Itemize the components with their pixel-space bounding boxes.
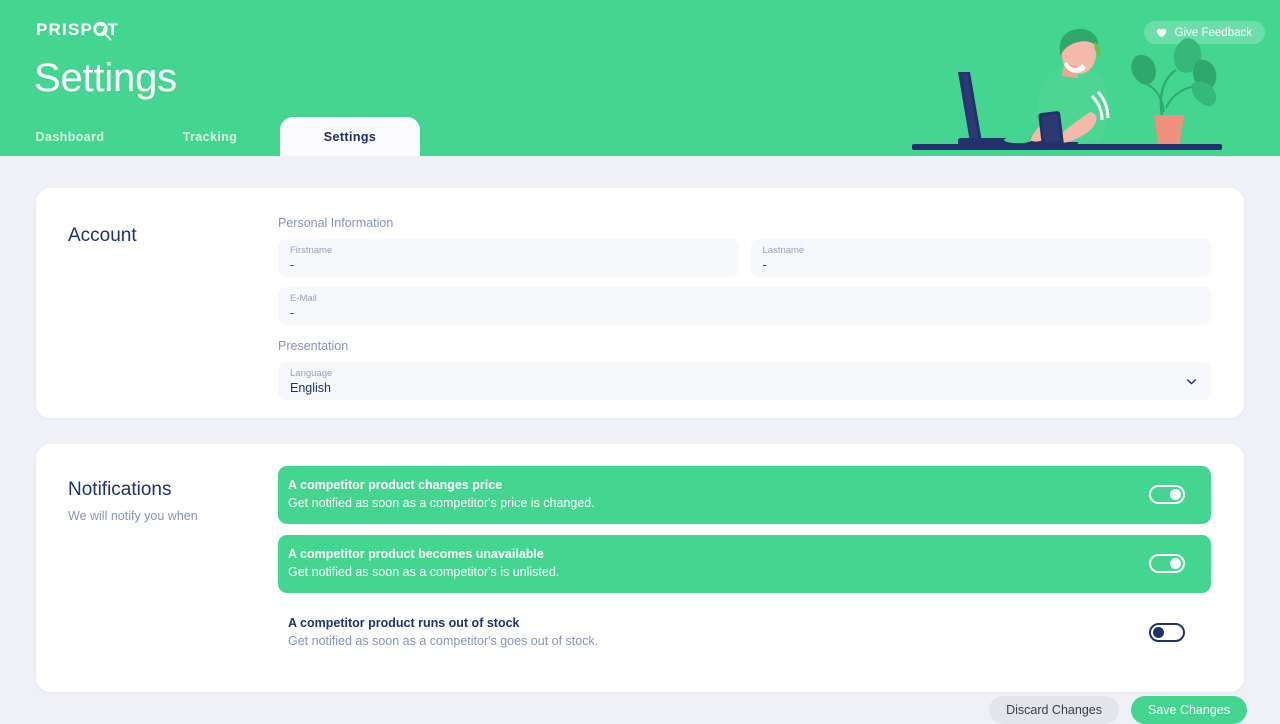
heart-icon bbox=[1155, 26, 1168, 39]
page-title: Settings bbox=[34, 52, 177, 104]
firstname-field[interactable]: Firstname - bbox=[278, 239, 739, 277]
tab-tracking[interactable]: Tracking bbox=[140, 118, 280, 156]
firstname-label: Firstname bbox=[290, 245, 727, 256]
toggle-knob bbox=[1170, 558, 1181, 569]
notifications-heading: Notifications bbox=[68, 478, 278, 502]
chevron-down-icon bbox=[1185, 375, 1198, 388]
notification-text: A competitor product changes price Get n… bbox=[288, 477, 595, 512]
toggle-price-change[interactable] bbox=[1149, 485, 1185, 504]
language-select[interactable]: Language English bbox=[278, 362, 1211, 400]
email-label: E-Mail bbox=[290, 293, 1199, 304]
notification-row-price-change: A competitor product changes price Get n… bbox=[278, 466, 1211, 524]
notification-text: A competitor product becomes unavailable… bbox=[288, 546, 559, 581]
language-label: Language bbox=[290, 368, 1199, 379]
account-card-right: Personal Information Firstname - Lastnam… bbox=[278, 212, 1244, 418]
notification-row-out-of-stock: A competitor product runs out of stock G… bbox=[278, 604, 1211, 662]
notification-description: Get notified as soon as a competitor's p… bbox=[288, 495, 595, 512]
notifications-subheading: We will notify you when bbox=[68, 508, 278, 524]
toggle-unavailable[interactable] bbox=[1149, 554, 1185, 573]
give-feedback-label: Give Feedback bbox=[1175, 27, 1252, 39]
toggle-knob bbox=[1153, 627, 1164, 638]
notification-title: A competitor product runs out of stock bbox=[288, 615, 598, 632]
lastname-value: - bbox=[763, 257, 1200, 274]
brand-logo[interactable]: PRISPOT bbox=[36, 20, 119, 40]
personal-information-label: Personal Information bbox=[278, 216, 1211, 230]
firstname-value: - bbox=[290, 257, 727, 274]
toggle-knob bbox=[1170, 489, 1181, 500]
account-card: Account Personal Information Firstname -… bbox=[36, 188, 1244, 418]
notifications-card: Notifications We will notify you when A … bbox=[36, 444, 1244, 692]
tab-dashboard[interactable]: Dashboard bbox=[0, 118, 140, 156]
lastname-label: Lastname bbox=[763, 245, 1200, 256]
main-tabs: Dashboard Tracking Settings bbox=[0, 118, 420, 156]
give-feedback-button[interactable]: Give Feedback bbox=[1144, 21, 1265, 44]
language-value: English bbox=[290, 380, 1199, 397]
notifications-card-right: A competitor product changes price Get n… bbox=[278, 466, 1244, 692]
notification-row-unavailable: A competitor product becomes unavailable… bbox=[278, 535, 1211, 593]
account-card-left: Account bbox=[36, 212, 278, 418]
notification-description: Get notified as soon as a competitor's i… bbox=[288, 564, 559, 581]
notification-title: A competitor product becomes unavailable bbox=[288, 546, 559, 563]
tab-settings[interactable]: Settings bbox=[280, 117, 420, 156]
toggle-out-of-stock[interactable] bbox=[1149, 623, 1185, 642]
presentation-label: Presentation bbox=[278, 339, 1211, 353]
notifications-card-left: Notifications We will notify you when bbox=[36, 466, 278, 692]
lastname-field[interactable]: Lastname - bbox=[751, 239, 1212, 277]
settings-content: Account Personal Information Firstname -… bbox=[0, 188, 1280, 692]
email-value: - bbox=[290, 305, 1199, 322]
app-header: PRISPOT Settings Give Feedback bbox=[0, 0, 1280, 156]
notification-description: Get notified as soon as a competitor's g… bbox=[288, 633, 598, 650]
notification-title: A competitor product changes price bbox=[288, 477, 595, 494]
account-heading: Account bbox=[68, 224, 278, 248]
notification-text: A competitor product runs out of stock G… bbox=[288, 615, 598, 650]
name-field-row: Firstname - Lastname - bbox=[278, 239, 1211, 277]
magnifier-check-icon bbox=[91, 21, 113, 41]
email-field[interactable]: E-Mail - bbox=[278, 287, 1211, 325]
